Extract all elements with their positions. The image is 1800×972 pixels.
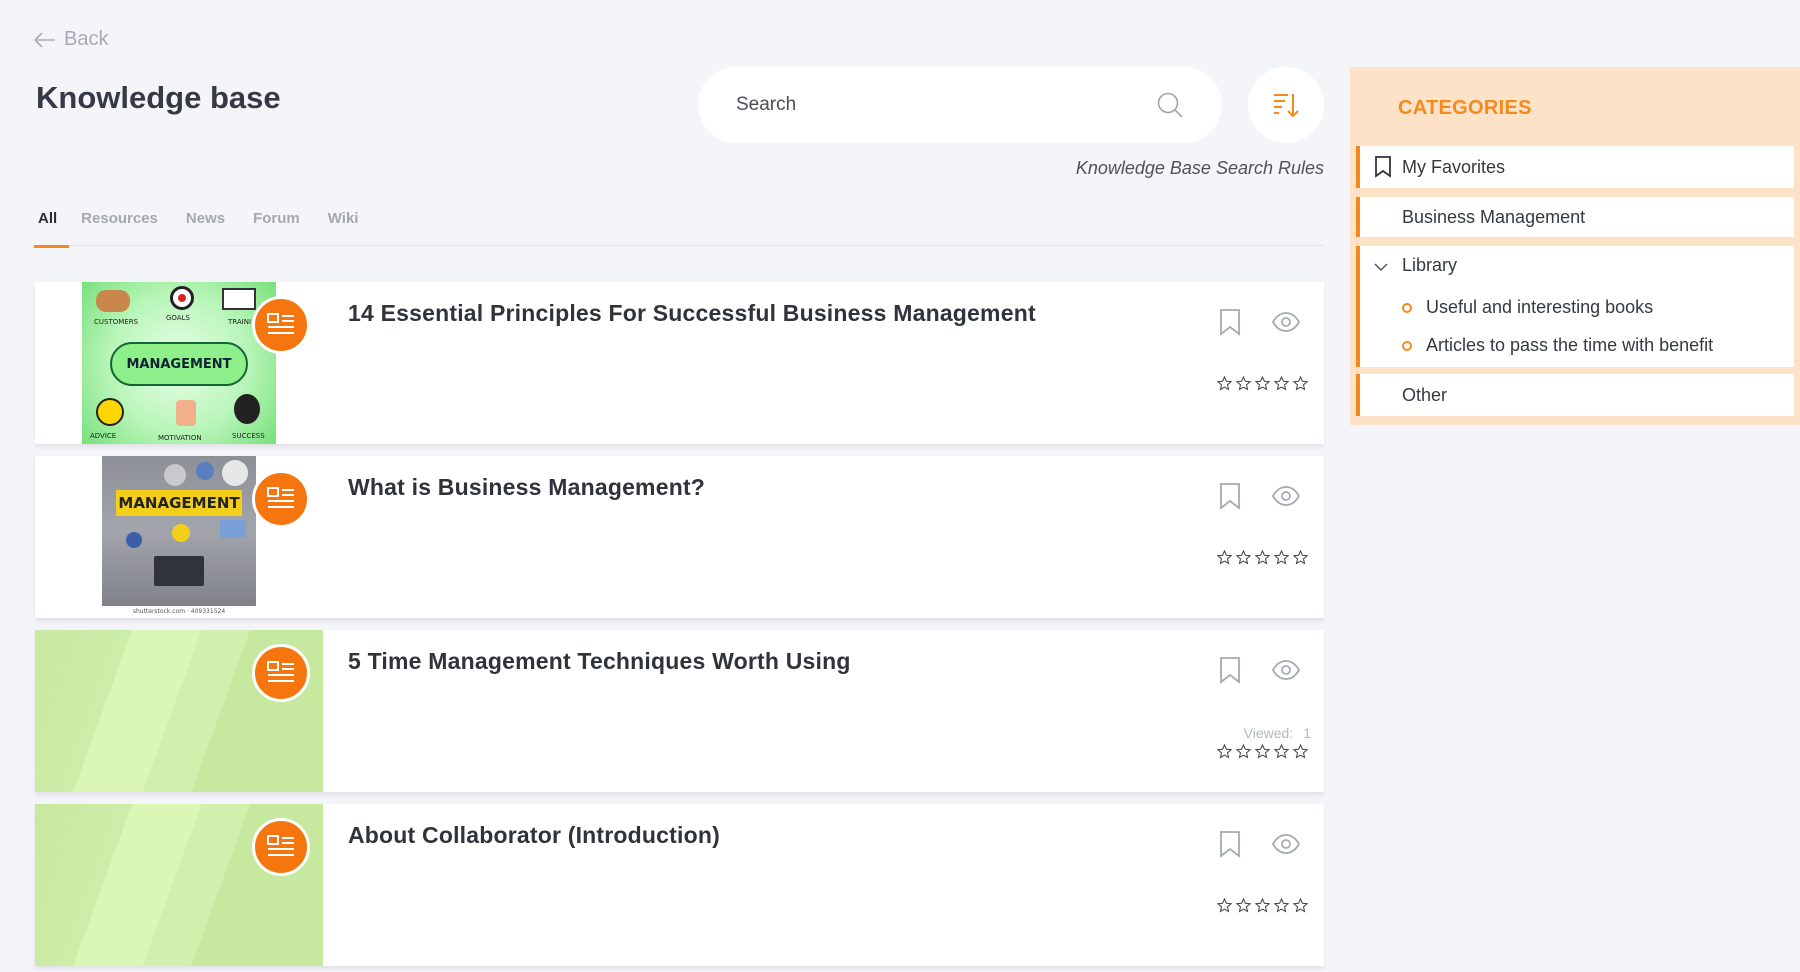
tab-all[interactable]: All xyxy=(33,206,70,248)
star-icon[interactable] xyxy=(1217,376,1232,391)
star-icon[interactable] xyxy=(1293,744,1308,759)
article-title[interactable]: 14 Essential Principles For Successful B… xyxy=(348,300,1036,327)
article-type-badge xyxy=(252,296,310,354)
chevron-down-icon[interactable] xyxy=(1374,262,1388,272)
star-icon[interactable] xyxy=(1274,550,1289,565)
article-type-badge xyxy=(252,470,310,528)
page-title: Knowledge base xyxy=(36,80,281,115)
star-icon[interactable] xyxy=(1255,376,1270,391)
category-my-favorites[interactable]: My Favorites xyxy=(1356,146,1794,188)
bookmark-icon[interactable] xyxy=(1218,482,1242,510)
tab-resources[interactable]: Resources xyxy=(81,206,158,246)
article-card[interactable]: 5 Time Management Techniques Worth Using… xyxy=(35,630,1324,792)
star-icon[interactable] xyxy=(1274,898,1289,913)
bookmark-icon[interactable] xyxy=(1218,830,1242,858)
category-library[interactable]: Library Useful and interesting books Art… xyxy=(1356,246,1794,367)
article-card[interactable]: About Collaborator (Introduction) xyxy=(35,804,1324,966)
search-input[interactable] xyxy=(736,94,1156,116)
category-label: Business Management xyxy=(1402,206,1586,227)
search-rules-link[interactable]: Knowledge Base Search Rules xyxy=(1076,158,1324,179)
bookmark-icon[interactable] xyxy=(1218,656,1242,684)
category-business-management[interactable]: Business Management xyxy=(1356,197,1794,237)
eye-icon[interactable] xyxy=(1272,833,1300,855)
arrow-left-icon xyxy=(34,31,55,48)
tab-forum[interactable]: Forum xyxy=(253,206,300,246)
star-icon[interactable] xyxy=(1255,898,1270,913)
rating-stars[interactable] xyxy=(1217,898,1308,913)
star-icon[interactable] xyxy=(1293,376,1308,391)
categories-panel: CATEGORIES My Favorites Business Managem… xyxy=(1350,67,1800,425)
eye-icon[interactable] xyxy=(1272,311,1300,333)
article-title[interactable]: What is Business Management? xyxy=(348,474,705,501)
view-count-value: 1 xyxy=(1303,725,1311,741)
star-icon[interactable] xyxy=(1255,744,1270,759)
star-icon[interactable] xyxy=(1236,550,1251,565)
star-icon[interactable] xyxy=(1217,744,1232,759)
tab-news[interactable]: News xyxy=(186,206,225,246)
star-icon[interactable] xyxy=(1236,376,1251,391)
article-title[interactable]: 5 Time Management Techniques Worth Using xyxy=(348,648,851,675)
category-label: Other xyxy=(1402,384,1448,405)
back-label: Back xyxy=(64,28,109,50)
back-link[interactable]: Back xyxy=(34,28,108,51)
star-icon[interactable] xyxy=(1293,550,1308,565)
sort-button[interactable] xyxy=(1248,67,1324,143)
bookmark-icon xyxy=(1375,156,1391,178)
star-icon[interactable] xyxy=(1255,550,1270,565)
rating-stars[interactable] xyxy=(1217,550,1308,565)
article-title[interactable]: About Collaborator (Introduction) xyxy=(348,822,720,849)
view-count: Viewed: 1 xyxy=(1244,725,1311,741)
bullet-icon xyxy=(1402,302,1412,313)
search-box xyxy=(698,67,1222,143)
view-count-label: Viewed: xyxy=(1243,725,1294,741)
category-label: My Favorites xyxy=(1402,156,1506,177)
subcategory-label: Articles to pass the time with benefit xyxy=(1426,335,1714,355)
tab-wiki[interactable]: Wiki xyxy=(328,206,359,246)
eye-icon[interactable] xyxy=(1272,485,1300,507)
star-icon[interactable] xyxy=(1274,376,1289,391)
article-list: CUSTOMERS GOALS TRAINI MANAGEMENT ADVICE… xyxy=(35,282,1324,972)
sort-icon xyxy=(1274,94,1299,118)
star-icon[interactable] xyxy=(1293,898,1308,913)
article-icon xyxy=(267,835,294,856)
star-icon[interactable] xyxy=(1236,744,1251,759)
bookmark-icon[interactable] xyxy=(1218,308,1242,336)
star-icon[interactable] xyxy=(1236,898,1251,913)
article-type-badge xyxy=(252,644,310,702)
categories-title: CATEGORIES xyxy=(1398,97,1532,119)
article-card[interactable]: CUSTOMERS GOALS TRAINI MANAGEMENT ADVICE… xyxy=(35,282,1324,444)
star-icon[interactable] xyxy=(1274,744,1289,759)
category-other[interactable]: Other xyxy=(1356,374,1794,416)
star-icon[interactable] xyxy=(1217,898,1232,913)
rating-stars[interactable] xyxy=(1217,376,1308,391)
subcategory-item[interactable]: Articles to pass the time with benefit xyxy=(1402,335,1713,356)
article-icon xyxy=(267,487,294,508)
star-icon[interactable] xyxy=(1217,550,1232,565)
bullet-icon xyxy=(1402,340,1412,351)
article-icon xyxy=(267,313,294,334)
search-icon[interactable] xyxy=(1156,91,1184,119)
tab-bar: All Resources News Forum Wiki xyxy=(33,206,1324,248)
subcategory-label: Useful and interesting books xyxy=(1426,297,1654,317)
article-card[interactable]: MANAGEMENT shutterstock.com · 409331524 … xyxy=(35,456,1324,618)
subcategory-item[interactable]: Useful and interesting books xyxy=(1402,297,1653,318)
category-label: Library xyxy=(1402,255,1458,275)
article-icon xyxy=(267,661,294,682)
eye-icon[interactable] xyxy=(1272,659,1300,681)
article-type-badge xyxy=(252,818,310,876)
rating-stars[interactable] xyxy=(1217,744,1308,759)
